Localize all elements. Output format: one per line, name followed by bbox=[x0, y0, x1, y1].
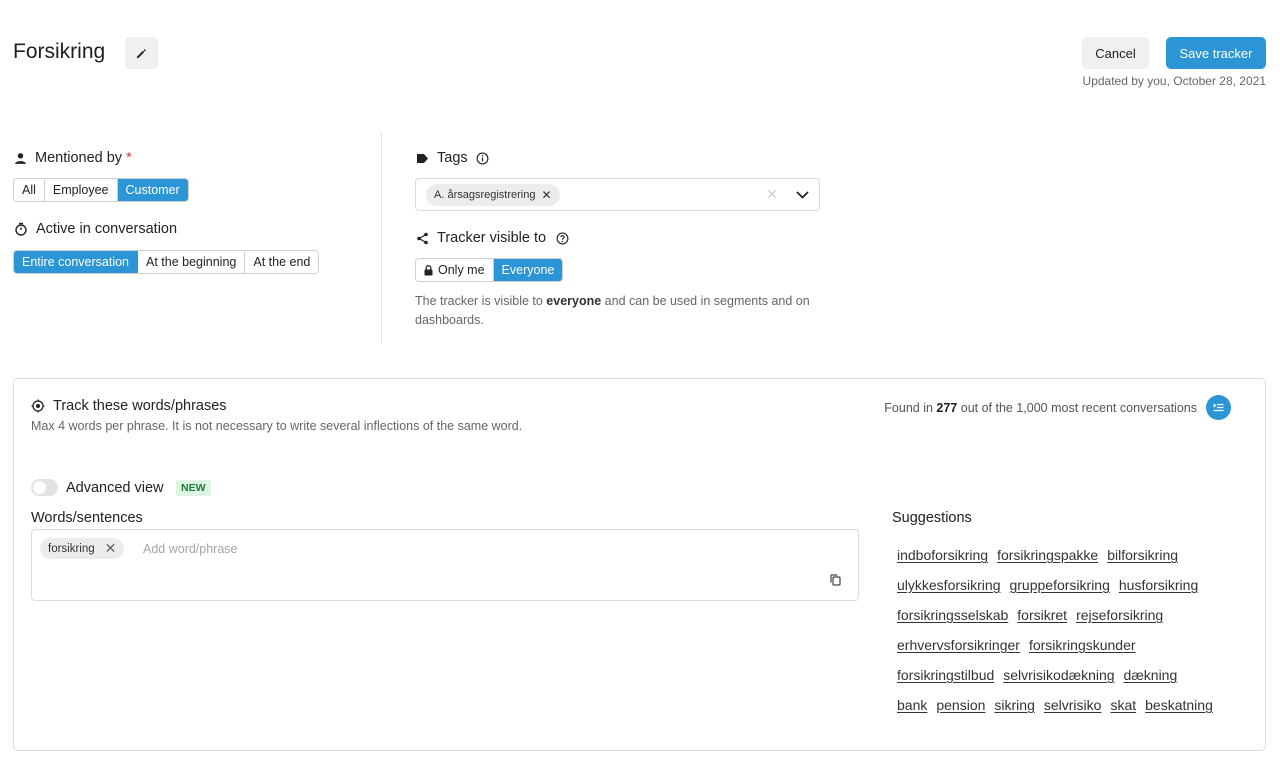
words-label: Words/sentences bbox=[31, 510, 143, 526]
active-in-segmented: Entire conversation At the beginning At … bbox=[13, 250, 320, 274]
suggestion-row: indboforsikring forsikringspakke bilfors… bbox=[897, 540, 1247, 570]
chevron-down-icon[interactable] bbox=[796, 186, 809, 204]
save-tracker-button[interactable]: Save tracker bbox=[1166, 37, 1266, 69]
tags-text: Tags bbox=[437, 150, 468, 166]
updated-info: Updated by you, October 28, 2021 bbox=[1082, 74, 1266, 88]
tag-chip: A. årsagsregistrering ✕ bbox=[426, 183, 560, 206]
visibility-text: Tracker visible to bbox=[437, 230, 547, 246]
mentioned-by-customer[interactable]: Customer bbox=[117, 179, 188, 201]
toggle-knob bbox=[33, 481, 46, 494]
suggestion-item[interactable]: indboforsikring bbox=[897, 547, 988, 563]
suggestion-item[interactable]: skat bbox=[1110, 697, 1136, 713]
remove-word-icon[interactable]: ✕ bbox=[105, 540, 117, 557]
remove-tag-icon[interactable]: ✕ bbox=[542, 188, 552, 202]
suggestion-item[interactable]: rejseforsikring bbox=[1076, 607, 1163, 623]
tags-select[interactable]: A. årsagsregistrering ✕ ✕ bbox=[415, 178, 820, 211]
pencil-icon bbox=[136, 48, 146, 58]
word-chip-label: forsikring bbox=[48, 542, 95, 555]
only-me-label: Only me bbox=[438, 263, 485, 277]
view-conversations-button[interactable] bbox=[1206, 395, 1231, 420]
suggestion-row: ulykkesforsikring gruppeforsikring husfo… bbox=[897, 570, 1247, 600]
mentioned-by-all[interactable]: All bbox=[14, 179, 45, 201]
found-count: 277 bbox=[936, 401, 958, 415]
active-entire-conversation[interactable]: Entire conversation bbox=[14, 251, 139, 273]
suggestion-item[interactable]: forsikret bbox=[1017, 607, 1067, 623]
suggestion-item[interactable]: bilforsikring bbox=[1107, 547, 1178, 563]
active-in-text: Active in conversation bbox=[36, 221, 178, 237]
active-at-end[interactable]: At the end bbox=[245, 251, 319, 273]
visibility-help-text: The tracker is visible to everyone and c… bbox=[415, 294, 810, 327]
found-info: Found in 277 out of the 1,000 most recen… bbox=[884, 401, 1197, 415]
suggestion-item[interactable]: forsikringskunder bbox=[1029, 637, 1136, 653]
suggestion-item[interactable]: pension bbox=[936, 697, 985, 713]
suggestion-item[interactable]: gruppeforsikring bbox=[1009, 577, 1109, 593]
new-badge: NEW bbox=[176, 480, 211, 496]
vertical-divider bbox=[381, 132, 382, 344]
share-icon bbox=[416, 232, 429, 245]
visibility-only-me[interactable]: Only me bbox=[416, 259, 494, 281]
target-icon bbox=[31, 399, 45, 413]
word-chip: forsikring ✕ bbox=[40, 538, 125, 559]
cancel-button[interactable]: Cancel bbox=[1082, 37, 1149, 69]
advanced-view-label: Advanced view bbox=[66, 480, 164, 496]
track-subtitle: Max 4 words per phrase. It is not necess… bbox=[31, 419, 523, 433]
list-icon bbox=[1213, 403, 1224, 412]
advanced-view-toggle[interactable] bbox=[31, 479, 58, 496]
track-title-text: Track these words/phrases bbox=[53, 398, 227, 414]
suggestion-item[interactable]: selvrisikodækning bbox=[1003, 667, 1114, 683]
suggestion-row: erhvervsforsikringer forsikringskunder bbox=[897, 630, 1247, 660]
active-in-label: Active in conversation bbox=[14, 221, 177, 237]
tag-icon bbox=[416, 153, 429, 164]
suggestion-row: forsikringstilbud selvrisikodækning dækn… bbox=[897, 660, 1247, 690]
add-word-input[interactable] bbox=[143, 539, 443, 558]
visibility-label: Tracker visible to bbox=[416, 230, 569, 246]
stopwatch-icon bbox=[14, 222, 28, 236]
suggestion-item[interactable]: beskatning bbox=[1145, 697, 1213, 713]
suggestion-item[interactable]: forsikringsselskab bbox=[897, 607, 1008, 623]
person-icon bbox=[14, 152, 27, 165]
suggestion-item[interactable]: dækning bbox=[1124, 667, 1178, 683]
tags-label: Tags bbox=[416, 150, 489, 166]
mentioned-by-text: Mentioned by bbox=[35, 150, 123, 166]
help-icon[interactable] bbox=[556, 232, 569, 245]
tag-chip-label: A. årsagsregistrering bbox=[434, 188, 536, 201]
suggestion-item[interactable]: ulykkesforsikring bbox=[897, 577, 1000, 593]
suggestion-row: forsikringsselskab forsikret rejseforsik… bbox=[897, 600, 1247, 630]
mentioned-by-segmented: All Employee Customer bbox=[13, 178, 189, 202]
suggestion-item[interactable]: sikring bbox=[994, 697, 1034, 713]
suggestion-item[interactable]: forsikringstilbud bbox=[897, 667, 994, 683]
active-at-beginning[interactable]: At the beginning bbox=[138, 251, 246, 273]
edit-title-button[interactable] bbox=[125, 37, 158, 69]
copy-icon[interactable] bbox=[830, 573, 841, 591]
suggestion-item[interactable]: bank bbox=[897, 697, 927, 713]
required-mark: * bbox=[126, 150, 132, 166]
visibility-segmented: Only me Everyone bbox=[415, 258, 564, 282]
suggestions-list: indboforsikring forsikringspakke bilfors… bbox=[897, 540, 1247, 720]
visibility-everyone[interactable]: Everyone bbox=[493, 259, 563, 281]
clear-icon[interactable]: ✕ bbox=[766, 186, 778, 203]
mentioned-by-label: Mentioned by * bbox=[14, 150, 132, 166]
mentioned-by-employee[interactable]: Employee bbox=[44, 179, 118, 201]
suggestion-item[interactable]: husforsikring bbox=[1119, 577, 1198, 593]
suggestion-item[interactable]: forsikringspakke bbox=[997, 547, 1098, 563]
info-icon[interactable] bbox=[476, 152, 489, 165]
suggestion-item[interactable]: selvrisiko bbox=[1044, 697, 1102, 713]
page-title: Forsikring bbox=[13, 40, 106, 63]
suggestion-item[interactable]: erhvervsforsikringer bbox=[897, 637, 1020, 653]
suggestion-row: bank pension sikring selvrisiko skat bes… bbox=[897, 690, 1247, 720]
lock-icon bbox=[424, 264, 433, 275]
track-title: Track these words/phrases bbox=[31, 398, 227, 414]
suggestions-label: Suggestions bbox=[892, 510, 972, 526]
